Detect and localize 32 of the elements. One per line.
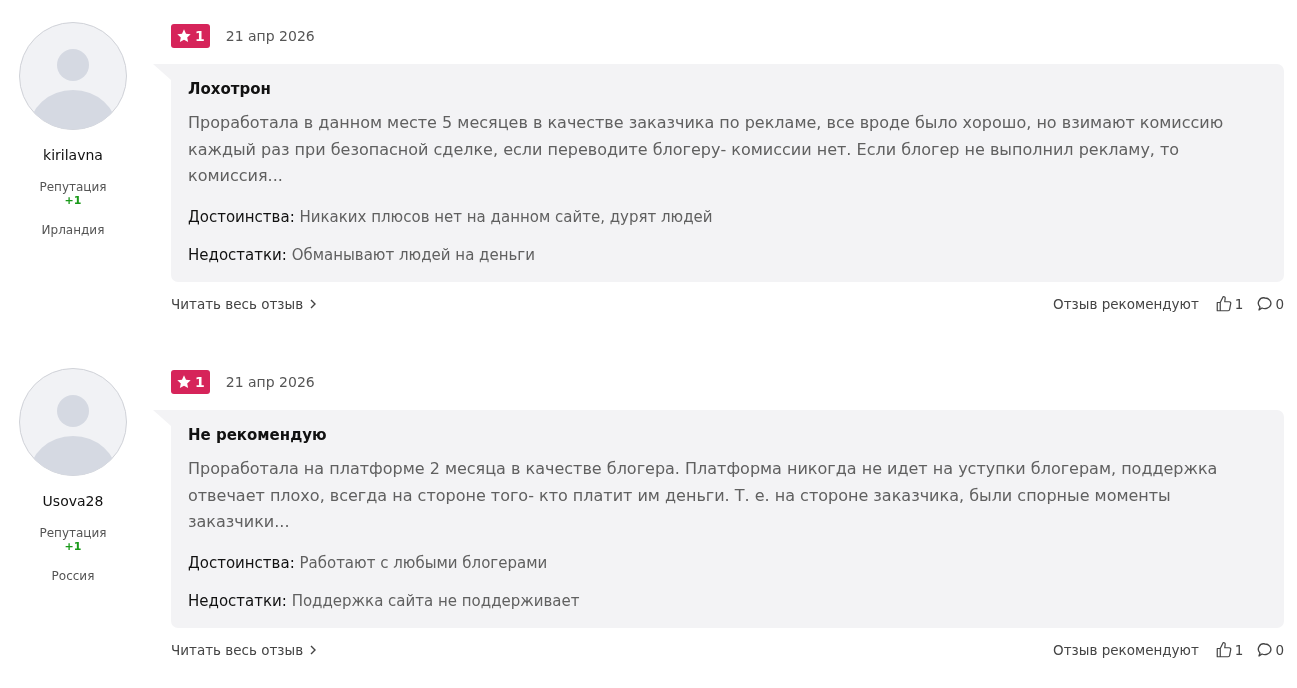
like-button[interactable]: 1 (1214, 640, 1244, 659)
chevron-icon (309, 644, 318, 655)
reputation-value: +1 (64, 540, 82, 553)
review-title: Лохотрон (188, 80, 272, 98)
read-more-link[interactable]: Читать весь отзыв (171, 295, 318, 312)
avatar-icon (19, 368, 127, 476)
avatar-icon (19, 22, 127, 130)
comments-button[interactable]: 0 (1257, 641, 1284, 658)
review-text: Проработала на платформе 2 месяца в качестве блогера. Платформа никогда не идет на уступки блогерам, поддержка отвечает плохо, всегда на стороне того- кто платит им деньги. Т. е. на стороне заказчика, были спорные моменты заказчики... (188, 458, 1219, 533)
review-cons: Недостатки: Поддержка сайта не поддерживает (188, 590, 581, 612)
author-country: Россия (51, 569, 95, 583)
like-button[interactable]: 1 (1214, 294, 1244, 313)
comments-button[interactable]: 0 (1257, 295, 1284, 312)
reputation-label: Репутация (39, 526, 107, 540)
author-name[interactable]: Usova28 (42, 493, 104, 509)
rating-badge: 1 (171, 24, 210, 48)
review-date: 21 апр 2026 (225, 374, 315, 390)
review-title: Не рекомендую (188, 426, 328, 444)
review-date: 21 апр 2026 (225, 28, 315, 44)
reputation-value: +1 (64, 194, 82, 207)
author-country: Ирландия (41, 223, 105, 237)
chevron-icon (309, 298, 318, 309)
author-name[interactable]: kirilavna (43, 147, 103, 163)
rating-badge: 1 (171, 370, 210, 394)
recommend-label: Отзыв рекомендуют (1053, 295, 1199, 312)
read-more-link[interactable]: Читать весь отзыв (171, 641, 318, 658)
recommend-label: Отзыв рекомендуют (1053, 641, 1199, 658)
review-cons: Недостатки: Обманывают людей на деньги (188, 244, 536, 266)
review-text: Проработала в данном месте 5 месяцев в качестве заказчика по рекламе, все вроде было хорошо, но взимают комиссию каждый раз при безопасной сделке, если переводите блогеру- комиссии нет. Если блогер не выполнил рекламу, то комиссия... (188, 112, 1225, 187)
review-pros: Достоинства: Работают с любыми блогерами (188, 552, 549, 574)
review-pros: Достоинства: Никаких плюсов нет на данном сайте, дурят людей (188, 206, 714, 228)
reputation-label: Репутация (39, 180, 107, 194)
